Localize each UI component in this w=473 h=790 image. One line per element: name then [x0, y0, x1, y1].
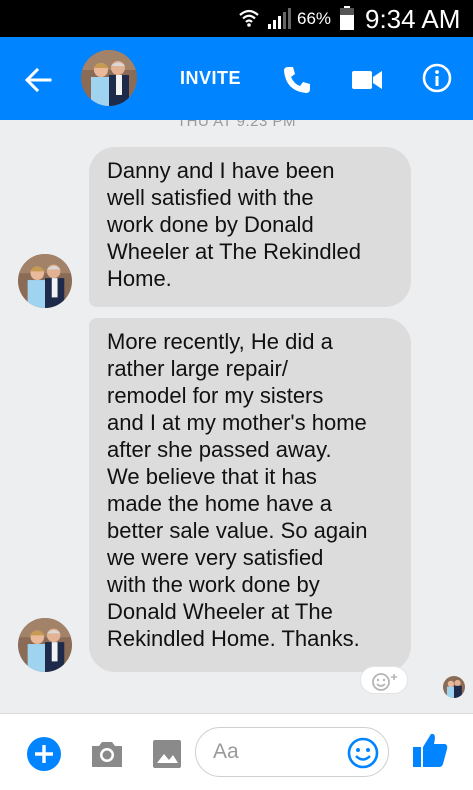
- add-icon[interactable]: [26, 736, 62, 772]
- contact-avatar[interactable]: [81, 50, 137, 106]
- clock: 9:34 AM: [365, 4, 461, 34]
- info-icon[interactable]: [421, 62, 453, 94]
- timestamp: THU AT 9:23 PM: [177, 120, 296, 130]
- gallery-icon[interactable]: [149, 736, 185, 772]
- sender-avatar[interactable]: [18, 254, 72, 308]
- message-input[interactable]: Aa: [195, 727, 389, 777]
- status-bar: 66% 9:34 AM: [0, 0, 473, 37]
- phone-icon[interactable]: [281, 64, 313, 96]
- add-reaction-button[interactable]: [360, 666, 408, 694]
- battery-percent: 66%: [297, 9, 332, 28]
- message-placeholder: Aa: [213, 740, 239, 763]
- conversation-header: INVITE: [0, 37, 473, 120]
- battery-icon: [340, 6, 354, 30]
- signal-icon: [268, 8, 291, 29]
- read-receipt-avatar: [443, 676, 465, 698]
- invite-button[interactable]: INVITE: [180, 68, 241, 89]
- sender-avatar[interactable]: [18, 618, 72, 672]
- back-arrow-icon[interactable]: [22, 64, 54, 96]
- add-reaction-icon: [372, 673, 397, 691]
- thumbs-up-icon[interactable]: [410, 730, 450, 770]
- video-camera-icon[interactable]: [351, 67, 383, 93]
- message-composer: Aa: [0, 713, 473, 790]
- message-thread[interactable]: THU AT 9:23 PM Danny and I have been wel…: [0, 120, 473, 713]
- wifi-icon: [239, 9, 259, 27]
- message-bubble[interactable]: Danny and I have been well satisfied wit…: [89, 147, 411, 307]
- emoji-icon[interactable]: [346, 736, 380, 770]
- message-bubble[interactable]: More recently, He did a rather large rep…: [89, 318, 411, 672]
- camera-icon[interactable]: [89, 736, 125, 772]
